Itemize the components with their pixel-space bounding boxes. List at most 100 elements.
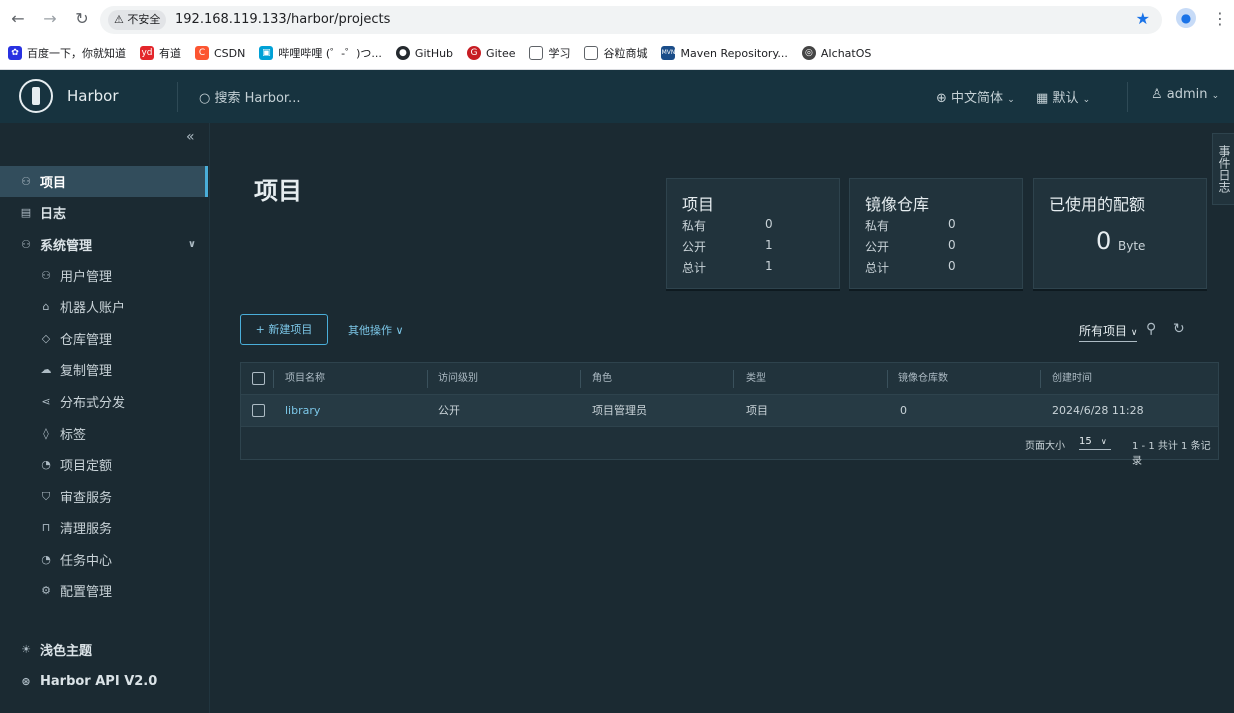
sidebar-item-logs[interactable]: ▤ 日志 (0, 197, 208, 228)
datetime-format-label: 默认 (1052, 91, 1079, 106)
sidebar-item-interrogation-services[interactable]: ⛉ 审查服务 (0, 481, 208, 512)
stat-value: 0 (948, 217, 956, 231)
pagination-summary: 1 - 1 共计 1 条记录 (1132, 441, 1211, 467)
sidebar-item-label: 标签 (60, 428, 87, 443)
collapse-sidebar-icon[interactable]: « (186, 129, 195, 145)
bilibili-icon: ▣ (259, 46, 274, 60)
sidebar-item-label: 项目 (40, 176, 67, 191)
bookmark-csdn[interactable]: C CSDN (195, 46, 245, 60)
maven-icon: MVN (661, 46, 676, 60)
reload-icon[interactable]: ↻ (72, 9, 92, 29)
language-selector[interactable]: ⊕ 中文简体 ⌄ (936, 87, 1015, 106)
chevron-down-icon: ⌄ (1007, 95, 1015, 105)
youdao-icon: yd (140, 46, 154, 60)
sidebar-item-users[interactable]: ⚇ 用户管理 (0, 260, 208, 291)
project-filter-select[interactable]: 所有项目 ∨ (1079, 322, 1138, 342)
column-header[interactable]: 镜像仓库数 (898, 363, 948, 395)
bookmark-youdao[interactable]: yd 有道 (140, 45, 181, 61)
sidebar-item-clean-up[interactable]: ⊓ 清理服务 (0, 512, 208, 543)
share-icon: ⋖ (41, 395, 51, 408)
bookmark-label: AIchatOS (820, 46, 872, 60)
column-header[interactable]: 项目名称 (285, 363, 325, 395)
user-menu[interactable]: ♙ admin ⌄ (1151, 87, 1219, 102)
url-text[interactable]: 192.168.119.133/harbor/projects (175, 11, 390, 29)
select-all-checkbox[interactable] (252, 372, 265, 385)
bookmark-label: Maven Repository... (680, 46, 788, 60)
column-header[interactable]: 类型 (746, 363, 766, 395)
quota-summary-card: 已使用的配额 0 Byte (1033, 178, 1207, 289)
bookmark-star-icon[interactable]: ★ (1136, 9, 1150, 28)
sidebar-item-replications[interactable]: ☁ 复制管理 (0, 354, 208, 385)
theme-toggle[interactable]: ☀ 浅色主题 (0, 637, 208, 661)
user-name: admin (1166, 87, 1208, 102)
row-checkbox[interactable] (252, 404, 265, 417)
browser-menu-icon[interactable]: ⋮ (1212, 9, 1228, 29)
bookmark-label: CSDN (214, 46, 246, 60)
bookmark-gitee[interactable]: G Gitee (467, 46, 515, 60)
stat-label: 公开 (865, 240, 890, 254)
sidebar-item-label: 仓库管理 (60, 333, 113, 348)
back-icon[interactable]: ← (8, 9, 28, 29)
sidebar-item-registries[interactable]: ◇ 仓库管理 (0, 323, 208, 354)
github-icon: ● (395, 46, 410, 60)
column-separator (733, 370, 734, 388)
datetime-format-selector[interactable]: ▦ 默认 ⌄ (1036, 87, 1090, 106)
sidebar-item-labels[interactable]: ◊ 标签 (0, 418, 208, 449)
stat-value: 1 (765, 238, 773, 252)
bookmark-github[interactable]: ● GitHub (395, 46, 454, 60)
table-row[interactable]: library 公开 项目管理员 项目 0 2024/6/28 11:28 (241, 395, 1218, 427)
bookmark-bilibili[interactable]: ▣ 哔哩哔哩 (゜-゜)つ... (259, 45, 382, 61)
api-label: Harbor API V2.0 (40, 673, 158, 689)
search-icon[interactable]: ⚲ (1146, 321, 1156, 337)
harbor-logo-icon[interactable] (19, 79, 53, 113)
insecure-badge[interactable]: ⚠ 不安全 (108, 10, 167, 30)
sidebar-item-projects[interactable]: ⚇ 项目 (0, 166, 208, 197)
stat-value: 0 (948, 259, 956, 273)
bookmark-aichatos[interactable]: ◎ AIchatOS (801, 46, 872, 60)
new-project-button[interactable]: + 新建项目 (240, 314, 328, 345)
sidebar-item-distributions[interactable]: ⋖ 分布式分发 (0, 386, 208, 417)
event-log-tab[interactable]: 事件日志 (1212, 133, 1234, 205)
bookmark-baidu[interactable]: ✿ 百度一下，你就知道 (8, 45, 126, 61)
sidebar-item-job-service[interactable]: ◔ 任务中心 (0, 544, 208, 575)
user-icon: ♙ (1151, 87, 1163, 102)
address-bar[interactable]: ⚠ 不安全 192.168.119.133/harbor/projects ★ (100, 6, 1162, 34)
folder-icon (584, 46, 599, 60)
admin-icon: ⚇ (21, 238, 31, 251)
stat-label: 公开 (682, 240, 707, 254)
stat-value: 0 (765, 217, 773, 231)
shield-icon: ⛉ (41, 489, 51, 503)
bookmark-folder-mall[interactable]: 谷粒商城 (584, 45, 647, 61)
sidebar-item-robot-accounts[interactable]: ⌂ 机器人账户 (0, 291, 208, 322)
bookmark-maven[interactable]: MVN Maven Repository... (661, 46, 788, 60)
sidebar-item-administration[interactable]: ⚇ 系统管理 ∨ (0, 229, 208, 260)
project-name-link[interactable]: library (285, 395, 320, 427)
tag-icon: ◊ (43, 427, 49, 440)
sidebar-item-project-quotas[interactable]: ◔ 项目定额 (0, 449, 208, 480)
chevron-down-icon: ∨ (187, 239, 196, 250)
stat-label: 私有 (865, 219, 890, 233)
bookmark-folder-study[interactable]: 学习 (529, 45, 570, 61)
page-size-select[interactable]: 15 ∨ (1079, 436, 1111, 450)
column-header[interactable]: 创建时间 (1052, 363, 1092, 395)
gitee-icon: G (467, 46, 482, 60)
bookmark-label: GitHub (414, 46, 454, 60)
column-header[interactable]: 访问级别 (438, 363, 478, 395)
brand-name[interactable]: Harbor (67, 87, 119, 105)
sidebar-item-configuration[interactable]: ⚙ 配置管理 (0, 575, 208, 606)
refresh-icon[interactable]: ↻ (1173, 321, 1185, 337)
sidebar-item-label: 项目定额 (60, 459, 113, 474)
profile-icon[interactable]: ● (1176, 8, 1196, 28)
global-search-input[interactable]: ○ 搜索 Harbor... (199, 87, 300, 106)
csdn-icon: C (195, 46, 209, 60)
more-actions-dropdown[interactable]: 其他操作 ∨ (348, 322, 404, 338)
column-separator (580, 370, 581, 388)
forward-icon[interactable]: → (40, 9, 60, 29)
column-header[interactable]: 角色 (592, 363, 612, 395)
project-type: 项目 (746, 404, 768, 417)
app-header: Harbor ○ 搜索 Harbor... ⊕ 中文简体 ⌄ ▦ 默认 ⌄ ♙ … (0, 70, 1234, 123)
main-content: 项目 项目 私有 0 公开 1 总计 1 镜像仓库 私有 0 公开 0 总计 0 已使用的配… (211, 123, 1234, 713)
sidebar-item-label: 用户管理 (60, 270, 113, 285)
sidebar-item-label: 日志 (40, 207, 67, 222)
api-link[interactable]: ⊛ Harbor API V2.0 (0, 669, 208, 693)
